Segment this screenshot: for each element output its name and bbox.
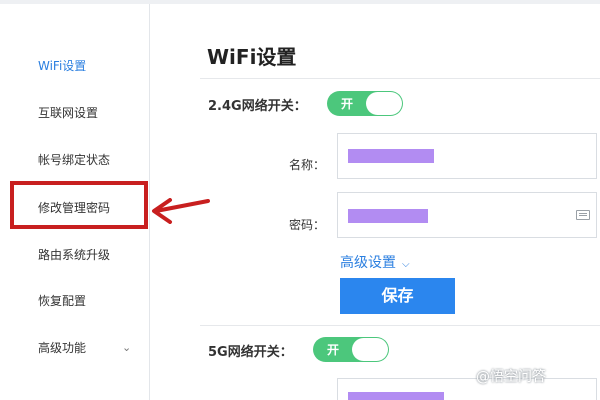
password-label: 密码： [289, 218, 326, 232]
sidebar-item-label: 路由系统升级 [38, 248, 111, 262]
keyboard-icon[interactable] [576, 210, 590, 220]
redaction-block [348, 149, 434, 163]
sidebar-item-router-upgrade[interactable]: 路由系统升级 [38, 247, 110, 263]
sidebar-item-label: WiFi设置 [38, 59, 87, 73]
toggle-state-text: 开 [341, 97, 354, 111]
chevron-down-icon: ⌵ [402, 259, 410, 270]
sidebar-item-label: 恢复配置 [38, 294, 87, 308]
advanced-settings-label: 高级设置 [340, 255, 396, 271]
band-24g-toggle[interactable]: 开 [327, 91, 403, 116]
sidebar-item-advanced-features[interactable]: 高级功能 ⌄ [38, 340, 138, 356]
band-24g-label: 2.4G网络开关： [208, 99, 307, 114]
toggle-state-text: 开 [327, 343, 340, 357]
sidebar-item-label: 高级功能 [38, 341, 87, 355]
divider [200, 325, 600, 326]
ssid-5g-input[interactable] [337, 378, 597, 400]
main-panel: WiFi设置 2.4G网络开关： 开 名称： 密码： 高级设置 ⌵ 保存 5G网络… [150, 4, 600, 400]
band-5g-label: 5G网络开关： [208, 345, 293, 360]
redaction-block [348, 209, 428, 223]
sidebar-item-restore-config[interactable]: 恢复配置 [38, 293, 86, 309]
chevron-down-icon: ⌄ [122, 341, 132, 354]
advanced-settings-link[interactable]: 高级设置 ⌵ [340, 252, 410, 272]
band-5g-toggle[interactable]: 开 [313, 337, 389, 362]
ssid-input[interactable] [337, 133, 597, 179]
save-button[interactable]: 保存 [340, 278, 455, 314]
sidebar-item-wifi-settings[interactable]: WiFi设置 [38, 58, 86, 74]
page-title: WiFi设置 [207, 45, 297, 69]
toggle-knob [366, 92, 402, 115]
divider [200, 78, 600, 79]
sidebar-item-internet-settings[interactable]: 互联网设置 [38, 105, 98, 121]
sidebar-item-label: 互联网设置 [38, 106, 99, 120]
redaction-block [348, 392, 444, 400]
sidebar-item-label: 帐号绑定状态 [38, 153, 111, 167]
ssid-label: 名称： [289, 158, 326, 172]
watermark: @悟空问答 [476, 369, 546, 385]
highlight-box [10, 181, 148, 229]
password-input[interactable] [337, 192, 597, 238]
sidebar-item-account-binding[interactable]: 帐号绑定状态 [38, 152, 110, 168]
toggle-knob [352, 338, 388, 361]
